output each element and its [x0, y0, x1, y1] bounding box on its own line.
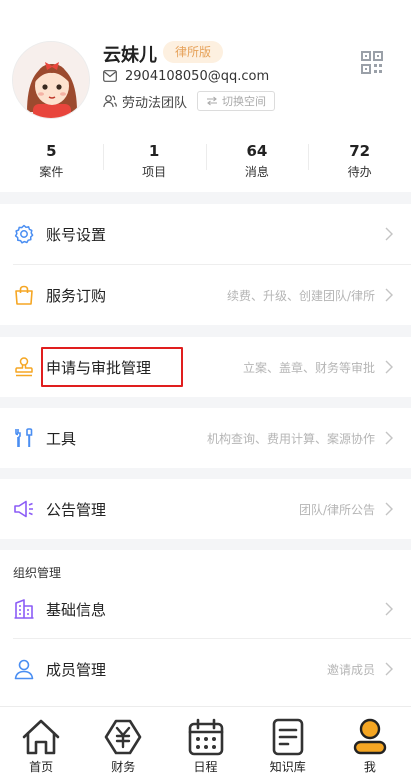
stat-cases[interactable]: 5 案件: [0, 134, 103, 184]
tab-home[interactable]: 首页: [0, 707, 82, 776]
email-text: 2904108050@qq.com: [125, 68, 270, 84]
section-title-organization: 组织管理: [13, 566, 62, 580]
switch-space-button[interactable]: 切换空间: [197, 91, 276, 111]
stamp-icon: [15, 357, 33, 377]
tab-finance[interactable]: 财务: [82, 707, 164, 776]
menu-item-tools[interactable]: 工具 机构查询、费用计算、案源协作: [0, 408, 411, 468]
tab-label: 我: [363, 760, 376, 774]
stat-label: 项目: [142, 165, 167, 179]
avatar-illustration: [13, 42, 89, 118]
highlight-box: [41, 347, 183, 387]
switch-space-label: 切换空间: [222, 95, 267, 108]
menu-item-basic-info[interactable]: 基础信息: [0, 579, 411, 639]
finance-icon: [104, 719, 142, 755]
team-row: 劳动法团队 切换空间: [103, 90, 276, 112]
menu-hint: 邀请成员: [326, 662, 375, 677]
menu-title: 账号设置: [46, 225, 107, 244]
chevron-right-icon: [385, 602, 393, 616]
menu-title: 服务订购: [46, 286, 107, 305]
mail-icon: [103, 70, 117, 82]
team-icon: [103, 95, 117, 108]
tab-knowledge-base[interactable]: 知识库: [247, 707, 329, 776]
menu-item-announcement-management[interactable]: 公告管理 团队/律所公告: [0, 479, 411, 539]
gear-icon: [14, 224, 34, 244]
chevron-right-icon: [385, 431, 393, 445]
tab-label: 日程: [193, 760, 218, 774]
stat-messages[interactable]: 64 消息: [205, 134, 309, 184]
chevron-right-icon: [385, 502, 393, 516]
switch-arrows-icon: [207, 96, 218, 106]
user-icon: [14, 659, 34, 680]
home-icon: [22, 719, 60, 755]
tab-calendar[interactable]: 日程: [164, 707, 246, 776]
tools-icon: [15, 428, 33, 447]
team-name: 劳动法团队: [122, 95, 188, 111]
bottom-tab-bar: 首页 财务 日程 知识库 我: [0, 706, 411, 776]
stat-projects[interactable]: 1 项目: [102, 134, 206, 184]
tab-label: 知识库: [269, 760, 306, 774]
edition-badge: 律所版: [163, 41, 224, 63]
stat-label: 案件: [39, 165, 64, 179]
email-row: 2904108050@qq.com: [103, 68, 269, 84]
menu-hint: 团队/律所公告: [298, 502, 375, 517]
stat-value: 5: [46, 142, 57, 160]
stat-label: 待办: [347, 165, 372, 179]
profile-icon: [353, 718, 387, 755]
menu-item-member-management[interactable]: 成员管理 邀请成员: [0, 639, 411, 699]
announcement-card: 公告管理 团队/律所公告: [0, 479, 411, 539]
menu-hint: 立案、盖章、财务等审批: [242, 360, 375, 375]
menu-title: 成员管理: [46, 660, 107, 679]
chevron-right-icon: [385, 227, 393, 241]
megaphone-icon: [14, 500, 33, 518]
organization-card: 基础信息 成员管理 邀请成员: [0, 550, 411, 706]
menu-item-account-settings[interactable]: 账号设置: [0, 204, 411, 264]
stat-value: 64: [246, 142, 268, 160]
stat-label: 消息: [244, 165, 269, 179]
menu-title: 基础信息: [46, 600, 107, 619]
calendar-icon: [188, 718, 223, 756]
avatar[interactable]: [12, 41, 90, 119]
qr-code-icon[interactable]: [361, 51, 383, 75]
menu-hint: 续费、升级、创建团队/律所: [226, 288, 375, 303]
menu-title: 工具: [46, 429, 77, 448]
user-name: 云妹儿: [103, 45, 157, 66]
tab-me[interactable]: 我: [329, 707, 411, 776]
tab-label: 首页: [29, 760, 54, 774]
profile-header: 云妹儿 律所版 2904108050@qq.com 劳动法团队 切换空间 5 案…: [0, 0, 411, 192]
shopping-bag-icon: [15, 285, 33, 305]
chevron-right-icon: [385, 360, 393, 374]
menu-title: 公告管理: [46, 500, 107, 519]
building-icon: [14, 599, 34, 619]
chevron-right-icon: [385, 662, 393, 676]
stat-value: 72: [349, 142, 371, 160]
tab-label: 财务: [111, 760, 136, 774]
menu-hint: 机构查询、费用计算、案源协作: [206, 431, 375, 446]
stat-todos[interactable]: 72 待办: [308, 134, 411, 184]
stat-value: 1: [148, 142, 160, 160]
settings-card: 账号设置 服务订购 续费、升级、创建团队/律所: [0, 204, 411, 325]
chevron-right-icon: [385, 288, 393, 302]
stats-bar: 5 案件 1 项目 64 消息 72 待办: [0, 134, 411, 184]
tools-card: 工具 机构查询、费用计算、案源协作: [0, 408, 411, 468]
knowledge-icon: [272, 718, 304, 756]
menu-item-service-subscription[interactable]: 服务订购 续费、升级、创建团队/律所: [0, 265, 411, 325]
